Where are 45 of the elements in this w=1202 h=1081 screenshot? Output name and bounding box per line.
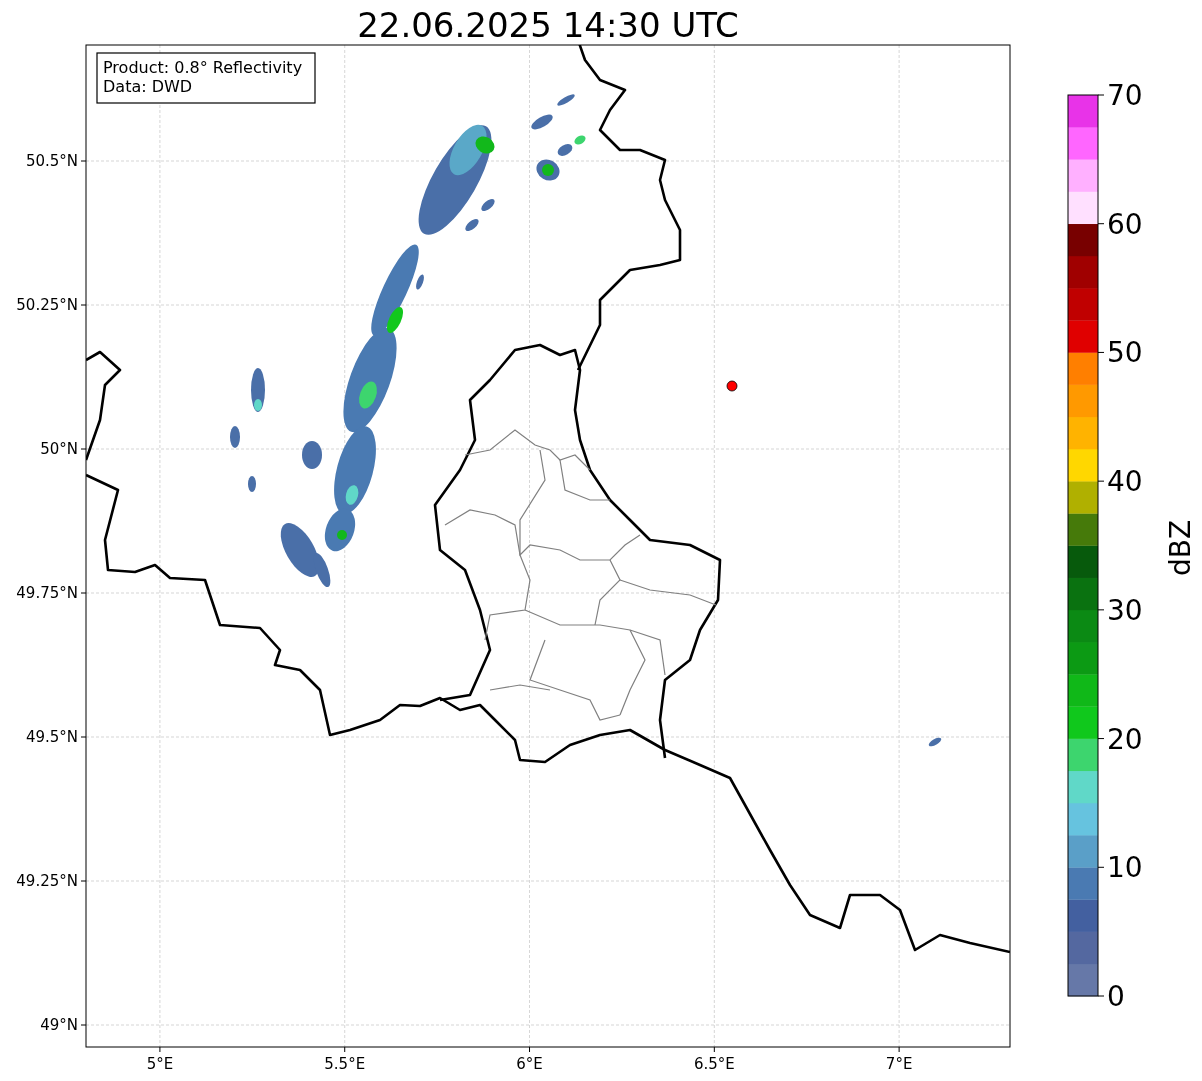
tick-mark [344, 1046, 346, 1053]
longitude-label: 6°E [516, 1055, 543, 1073]
latitude-label: 50.5°N [25, 152, 78, 170]
colorbar-tick-label: 50 [1107, 336, 1143, 370]
colorbar-tick-label: 30 [1107, 593, 1143, 627]
latitude-label: 49°N [40, 1016, 78, 1034]
tick-mark [1097, 480, 1105, 482]
tick-mark [80, 880, 87, 882]
tick-mark [159, 1046, 161, 1053]
tick-mark [1097, 223, 1105, 225]
tick-mark [1097, 995, 1105, 997]
tick-mark [1097, 738, 1105, 740]
chart-title: 22.06.2025 14:30 UTC [357, 5, 739, 45]
colorbar-tick-label: 60 [1107, 207, 1143, 241]
tick-mark [80, 160, 87, 162]
tick-mark [80, 736, 87, 738]
latitude-label: 49.5°N [25, 728, 78, 746]
colorbar-tick-label: 40 [1107, 465, 1143, 499]
tick-mark [80, 304, 87, 306]
latitude-label: 50°N [40, 440, 78, 458]
tick-mark [80, 448, 87, 450]
tick-mark [898, 1046, 900, 1053]
latitude-label: 49.25°N [16, 872, 78, 890]
latitude-label: 49.75°N [16, 584, 78, 602]
tick-mark [80, 592, 87, 594]
location-marker [726, 380, 738, 392]
tick-mark [80, 1024, 87, 1026]
legend-text: Product: 0.8° Reflectivity [103, 58, 303, 77]
tick-mark [1097, 351, 1105, 353]
latitude-label: 50.25°N [16, 296, 78, 314]
tick-mark [713, 1046, 715, 1053]
longitude-label: 5°E [146, 1055, 174, 1073]
colorbar-tick-label: 70 [1107, 79, 1143, 112]
tick-mark [1097, 609, 1105, 611]
colorbar-tick-label: 20 [1107, 722, 1143, 756]
colorbar-label: dBZ [1164, 519, 1197, 577]
legend-text: Data: DWD [103, 77, 193, 96]
longitude-label: 7°E [885, 1055, 913, 1073]
longitude-label: 6.5°E [693, 1055, 735, 1073]
colorbar-tick-label: 0 [1107, 980, 1125, 1013]
tick-mark [1097, 94, 1105, 96]
tick-mark [1097, 866, 1105, 868]
colorbar-tick-label: 10 [1107, 851, 1143, 885]
longitude-label: 5.5°E [324, 1055, 366, 1073]
tick-mark [529, 1046, 530, 1053]
